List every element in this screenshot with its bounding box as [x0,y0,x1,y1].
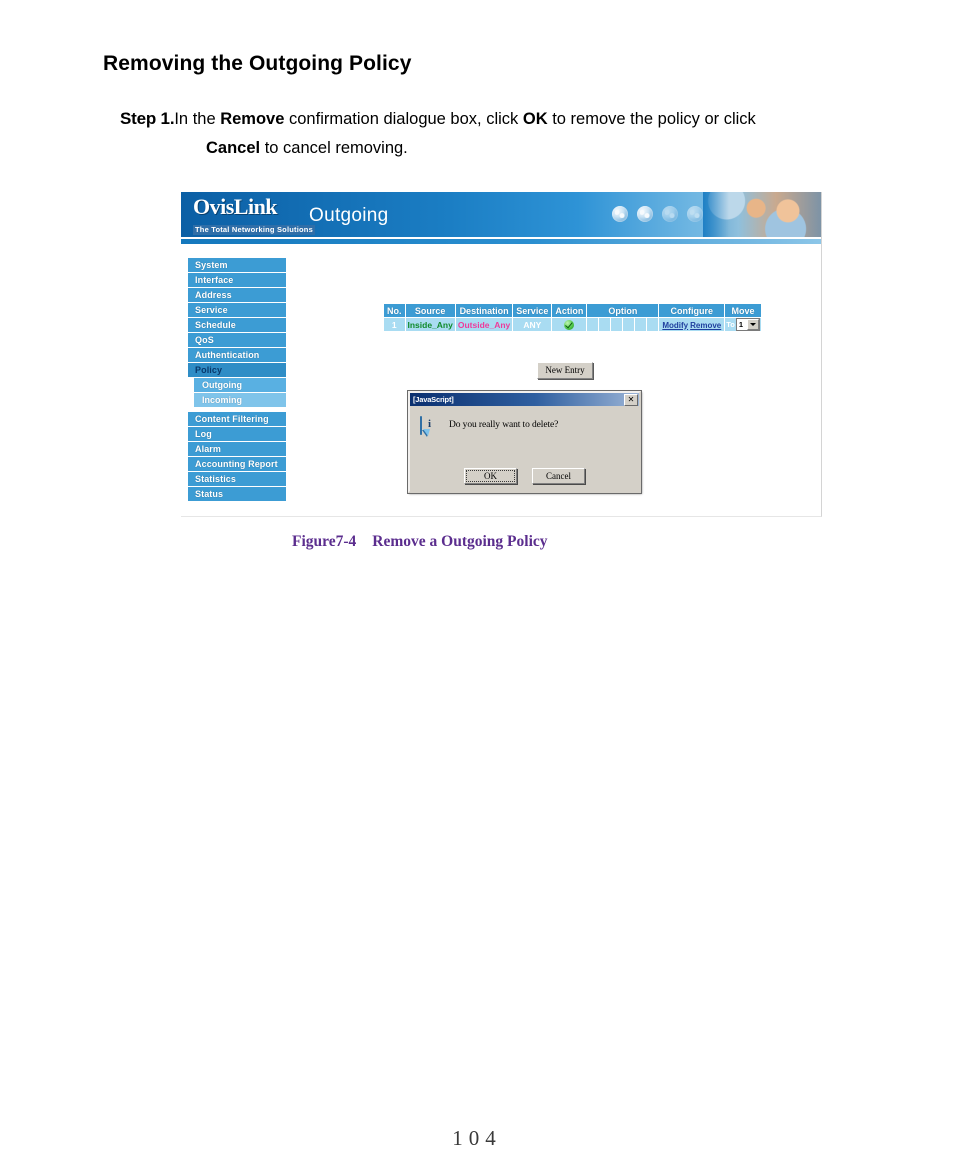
figure-number: Figure7-4 [292,533,357,550]
sidebar-item-service[interactable]: Service [188,303,286,317]
step-instruction: Step 1.In the Remove confirmation dialog… [120,104,910,163]
step-keyword-remove: Remove [220,110,285,128]
step-label: Step 1. [120,109,175,128]
sidebar-item-authentication[interactable]: Authentication [188,348,286,362]
info-icon: i [420,416,439,436]
col-header-service: Service [512,303,553,318]
move-controls: To 1 [726,318,760,331]
modify-link[interactable]: Modify [662,321,688,330]
step-text-c: to remove the policy or click [547,110,756,128]
close-icon[interactable]: ✕ [624,393,638,406]
col-header-move: Move [724,303,762,318]
cell-policy-destination: Outside_Any [454,317,514,332]
confirm-delete-dialog: [JavaScript] ✕ i Do you really want to d… [407,390,642,494]
dialog-buttons: OK Cancel [410,461,639,491]
step-line-2: Cancel to cancel removing. [206,134,910,163]
ok-button[interactable]: OK [464,468,517,484]
cell-move: To 1 [724,317,762,332]
cell-configure: Modify Remove [658,317,726,332]
table-header-row: No. Source Destination Service Action Op… [383,303,762,318]
globe-icon [687,206,703,222]
policy-table: No. Source Destination Service Action Op… [383,303,762,332]
cell-policy-source: Inside_Any [404,317,456,332]
step-keyword-cancel: Cancel [206,139,261,157]
sidebar-item-status[interactable]: Status [188,487,286,501]
cancel-button[interactable]: Cancel [532,468,585,484]
sidebar-item-address[interactable]: Address [188,288,286,302]
move-select-value: 1 [738,320,744,329]
info-icon-glyph: i [427,418,432,430]
dialog-titlebar: [JavaScript] ✕ [410,393,639,406]
sidebar-item-accounting-report[interactable]: Accounting Report [188,457,286,471]
banner-photo [703,192,821,237]
sidebar-item-incoming[interactable]: Incoming [194,393,286,407]
dialog-title: [JavaScript] [413,395,454,404]
sidebar-item-content-filtering[interactable]: Content Filtering [188,412,286,426]
cell-policy-action [551,317,588,332]
move-position-select[interactable]: 1 [735,318,760,331]
col-header-action: Action [551,303,588,318]
col-header-configure: Configure [658,303,726,318]
step-keyword-ok: OK [522,110,548,128]
table-row: 1 Inside_Any Outside_Any ANY Modify Remov… [383,317,762,332]
cell-option-1 [586,317,600,332]
step-text-b: confirmation dialogue box, click [284,110,523,128]
col-header-destination: Destination [454,303,514,318]
cell-policy-service: ANY [512,317,553,332]
chevron-down-icon[interactable] [746,319,759,330]
sidebar-item-log[interactable]: Log [188,427,286,441]
globe-icon [612,206,628,222]
move-to-label: To [726,320,735,329]
embedded-screenshot: OvisLink The Total Networking Solutions … [181,192,822,517]
cell-option-3 [610,317,624,332]
new-entry-button[interactable]: New Entry [537,362,593,379]
cell-option-4 [622,317,636,332]
cell-option-6 [646,317,660,332]
cell-policy-no: 1 [383,317,406,332]
remove-link[interactable]: Remove [690,321,721,330]
globe-icon [662,206,678,222]
sidebar-item-alarm[interactable]: Alarm [188,442,286,456]
page-title: Removing the Outgoing Policy [103,52,412,75]
logo-wordmark: OvisLink [193,194,278,219]
cell-option-2 [598,317,612,332]
col-header-option: Option [586,303,660,318]
sidebar-item-outgoing[interactable]: Outgoing [194,378,286,392]
logo-tagline: The Total Networking Solutions [193,225,315,235]
cell-option-5 [634,317,648,332]
sidebar-item-qos[interactable]: QoS [188,333,286,347]
sidebar-item-schedule[interactable]: Schedule [188,318,286,332]
banner-page-title: Outgoing [309,205,389,226]
sidebar-item-system[interactable]: System [188,258,286,272]
dialog-body: i Do you really want to delete? [410,406,639,461]
globe-icon [637,206,653,222]
sidebar-item-interface[interactable]: Interface [188,273,286,287]
dialog-message: Do you really want to delete? [449,420,559,430]
sidebar-nav: System Interface Address Service Schedul… [188,258,286,502]
step-text-d: to cancel removing. [260,139,408,157]
figure-caption: Figure7-4 Remove a Outgoing Policy [292,533,548,551]
ovislink-logo: OvisLink The Total Networking Solutions [193,195,315,237]
banner-globe-icons [612,206,703,222]
green-check-icon [564,319,575,330]
figure-title: Remove a Outgoing Policy [372,533,548,550]
app-banner: OvisLink The Total Networking Solutions … [181,192,821,237]
app-body: System Interface Address Service Schedul… [181,246,821,516]
col-header-no: No. [383,303,406,318]
step-text-a: In the [174,110,221,128]
page-number: 104 [452,1126,502,1150]
col-header-source: Source [404,303,456,318]
sidebar-item-policy[interactable]: Policy [188,363,286,377]
sidebar-item-statistics[interactable]: Statistics [188,472,286,486]
